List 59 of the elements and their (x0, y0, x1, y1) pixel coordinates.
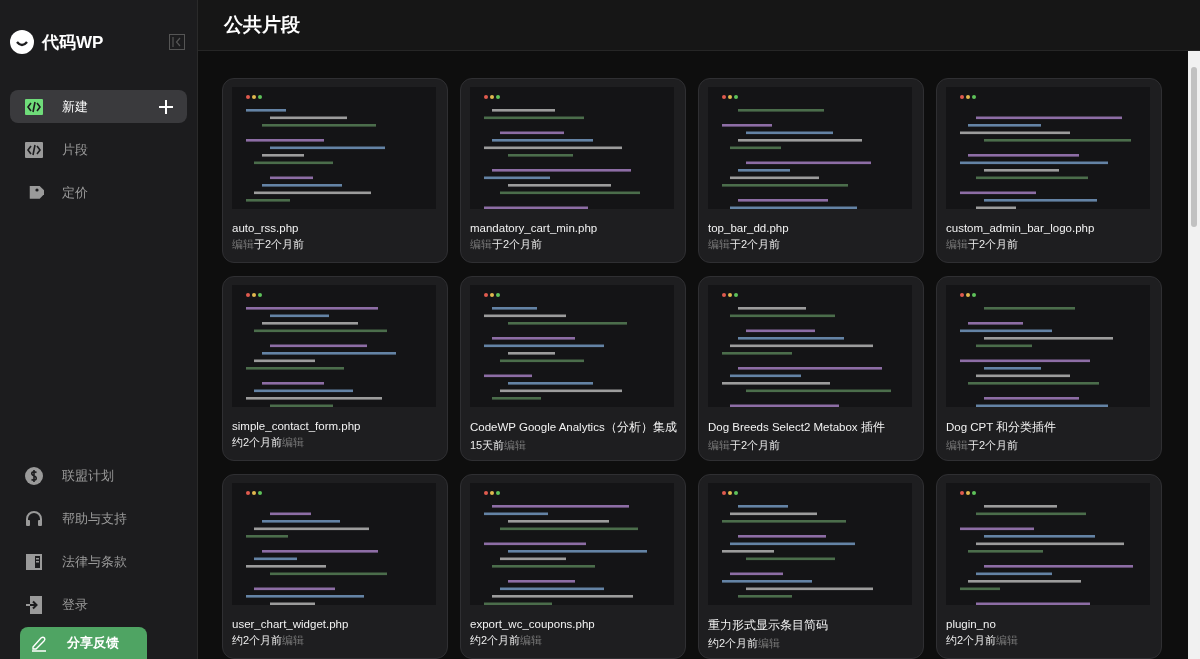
sidebar-item[interactable]: 定价 (10, 176, 187, 209)
snippet-card[interactable]: Dog Breeds Select2 Metabox 插件 编辑于2个月前 (698, 276, 924, 461)
snippet-edited-time: 编辑于2个月前 (708, 237, 782, 252)
snippet-card[interactable]: top_bar_dd.php 编辑于2个月前 (698, 78, 924, 263)
plus-icon[interactable] (159, 99, 173, 114)
sidebar-link[interactable]: 法律与条款 (62, 552, 173, 571)
snippet-card[interactable]: simple_contact_form.php 约2个月前编辑 (222, 276, 448, 461)
snippet-name: Dog CPT 和分类插件 (946, 420, 1057, 435)
snippet-edited-time: 约2个月前编辑 (708, 636, 782, 651)
sidebar-link[interactable]: 联盟计划 (62, 466, 173, 485)
snippet-edited-time: 编辑于2个月前 (708, 438, 782, 453)
pencil-icon (30, 634, 48, 652)
page-title: 公共片段 (224, 13, 300, 37)
snippet-name: mandatory_cart_min.php (470, 222, 598, 234)
snippet-card[interactable]: export_wc_coupons.php 约2个月前编辑 (460, 474, 686, 659)
dollar-icon (24, 465, 44, 486)
snippet-name: Dog Breeds Select2 Metabox 插件 (708, 420, 885, 435)
brand-name: 代码WP (42, 31, 105, 54)
snippet-edited-time: 约2个月前编辑 (232, 633, 306, 648)
snippet-name: export_wc_coupons.php (470, 618, 595, 630)
sidebar-item-label: 新建 (62, 97, 89, 116)
snippet-edited-time: 编辑于2个月前 (946, 237, 1020, 252)
snippet-card[interactable]: plugin_no 约2个月前编辑 (936, 474, 1162, 659)
login-icon (24, 594, 44, 615)
snippet-card[interactable]: custom_admin_bar_logo.php 编辑于2个月前 (936, 78, 1162, 263)
snippet-card[interactable]: user_chart_widget.php 约2个月前编辑 (222, 474, 448, 659)
smiley-logo-icon (10, 30, 34, 54)
code-icon (24, 139, 44, 160)
snippet-edited-time: 约2个月前编辑 (946, 633, 1020, 648)
sidebar-item[interactable]: 片段 (10, 133, 187, 166)
sidebar-link[interactable]: 登录 (62, 595, 173, 614)
snippet-edited-time: 编辑于2个月前 (946, 438, 1020, 453)
sidebar-link[interactable]: 帮助与支持 (62, 509, 173, 528)
snippet-card[interactable]: mandatory_cart_min.php 编辑于2个月前 (460, 78, 686, 263)
snippet-name: user_chart_widget.php (232, 618, 349, 630)
sidebar-item-label: 片段 (62, 140, 89, 159)
snippet-name: custom_admin_bar_logo.php (946, 222, 1095, 234)
sidebar-item-label: 定价 (62, 183, 89, 202)
collapse-sidebar-icon[interactable] (169, 34, 185, 50)
snippet-edited-time: 约2个月前编辑 (232, 435, 306, 450)
snippet-name: plugin_no (946, 618, 996, 630)
snippet-card[interactable]: Dog CPT 和分类插件 编辑于2个月前 (936, 276, 1162, 461)
sidebar-item[interactable]: 新建 (10, 90, 187, 123)
code-icon (24, 96, 44, 117)
snippet-card[interactable]: CodeWP Google Analytics（分析）集成 15天前编辑 (460, 276, 686, 461)
snippet-name: 重力形式显示条目简码 (708, 618, 828, 633)
snippet-edited-time: 15天前编辑 (470, 438, 528, 453)
snippet-card[interactable]: 重力形式显示条目简码 约2个月前编辑 (698, 474, 924, 659)
snippet-name: top_bar_dd.php (708, 222, 789, 234)
snippet-card[interactable]: auto_rss.php 编辑于2个月前 (222, 78, 448, 263)
snippet-edited-time: 约2个月前编辑 (470, 633, 544, 648)
snippet-name: simple_contact_form.php (232, 420, 361, 432)
snippet-name: auto_rss.php (232, 222, 299, 234)
snippet-edited-time: 编辑于2个月前 (470, 237, 544, 252)
book-icon (24, 551, 44, 572)
scrollbar-thumb[interactable] (1191, 67, 1197, 227)
snippet-edited-time: 编辑于2个月前 (232, 237, 306, 252)
snippet-name: CodeWP Google Analytics（分析）集成 (470, 420, 677, 435)
headset-icon (24, 508, 44, 529)
